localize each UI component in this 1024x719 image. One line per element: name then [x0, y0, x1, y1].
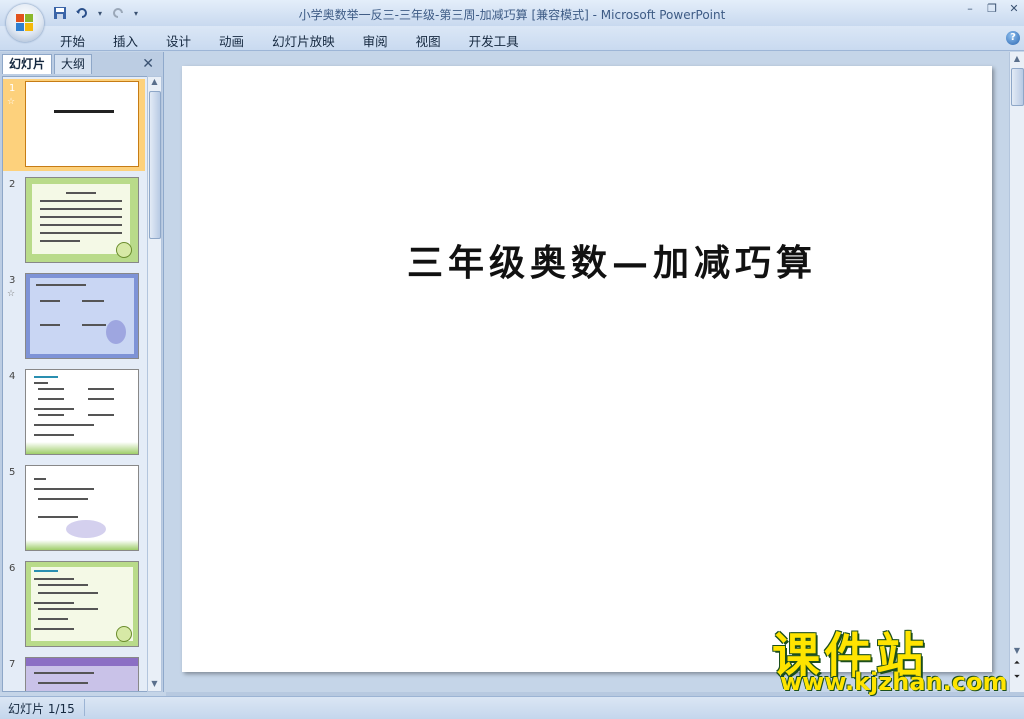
watermark-logo: 课件站 www.kjzhan.com — [772, 616, 1010, 696]
slide-thumbnail-list: 1 ☆ 2 3 ☆ 4 5 6 7 — [2, 76, 148, 692]
close-icon[interactable]: ✕ — [1008, 3, 1020, 15]
slide-editing-area: 三年级奥数—加减巧算 — [166, 52, 1008, 692]
tab-design[interactable]: 设计 — [166, 31, 191, 50]
slide-thumb-6[interactable]: 6 — [3, 559, 145, 651]
tab-insert[interactable]: 插入 — [113, 31, 138, 50]
tab-home[interactable]: 开始 — [60, 31, 85, 50]
previous-slide-icon[interactable]: ⏶ — [1011, 658, 1023, 670]
current-slide[interactable]: 三年级奥数—加减巧算 — [182, 66, 992, 672]
help-icon[interactable]: ? — [1006, 31, 1020, 45]
slide-number: 7 — [9, 659, 16, 670]
slide-number: 5 — [9, 467, 16, 478]
slide-preview — [25, 561, 139, 647]
slides-panel: 幻灯片 大纲 ✕ 1 ☆ 2 3 ☆ 4 5 6 7 ▲ ▼ — [0, 52, 164, 692]
window-title: 小学奥数举一反三-三年级-第三周-加减巧算 [兼容模式] - Microsoft… — [298, 8, 726, 22]
slide-preview — [25, 369, 139, 455]
status-divider — [84, 699, 85, 716]
scroll-up-icon[interactable]: ▲ — [149, 77, 160, 89]
panel-tabs: 幻灯片 大纲 ✕ — [2, 54, 160, 74]
slide-number: 4 — [9, 371, 16, 382]
animation-star-icon: ☆ — [7, 97, 16, 107]
slide-title[interactable]: 三年级奥数—加减巧算 — [382, 234, 842, 286]
slide-number: 6 — [9, 563, 16, 574]
tab-developer[interactable]: 开发工具 — [469, 31, 519, 50]
tab-view[interactable]: 视图 — [416, 31, 441, 50]
minimize-icon[interactable]: – — [964, 3, 976, 15]
slides-panel-scrollbar[interactable]: ▲ ▼ — [147, 76, 162, 692]
slide-preview — [25, 657, 139, 691]
office-button[interactable] — [6, 4, 44, 42]
slide-thumb-7[interactable]: 7 — [3, 655, 145, 691]
slide-thumb-5[interactable]: 5 — [3, 463, 145, 555]
slide-preview — [25, 81, 139, 167]
tab-outline[interactable]: 大纲 — [54, 54, 93, 74]
slide-thumb-4[interactable]: 4 — [3, 367, 145, 459]
status-bar: 幻灯片 1/15 — [0, 696, 1024, 719]
restore-icon[interactable]: ❐ — [986, 3, 998, 15]
scroll-up-icon[interactable]: ▲ — [1011, 54, 1023, 66]
scroll-thumb[interactable] — [1011, 68, 1024, 106]
slide-thumb-2[interactable]: 2 — [3, 175, 145, 267]
title-bar: ▾ ▾ 小学奥数举一反三-三年级-第三周-加减巧算 [兼容模式] - Micro… — [0, 0, 1024, 27]
slide-thumb-3[interactable]: 3 ☆ — [3, 271, 145, 363]
slide-number: 3 — [9, 275, 16, 286]
watermark-url: www.kjzhan.com — [780, 668, 1008, 696]
slide-number: 1 — [9, 83, 16, 94]
scroll-down-icon[interactable]: ▼ — [1011, 646, 1023, 656]
slide-preview — [25, 273, 139, 359]
tab-review[interactable]: 审阅 — [363, 31, 388, 50]
window-controls: – ❐ ✕ — [964, 3, 1020, 15]
office-logo-icon — [16, 14, 34, 32]
tab-animations[interactable]: 动画 — [219, 31, 244, 50]
slide-preview — [25, 465, 139, 551]
slide-scrollbar[interactable]: ▲ ▼ ⏶ ⏷ — [1009, 52, 1024, 692]
animation-star-icon: ☆ — [7, 289, 16, 299]
ribbon-tab-bar: 开始 插入 设计 动画 幻灯片放映 审阅 视图 开发工具 ? — [0, 26, 1024, 51]
slide-preview — [25, 177, 139, 263]
scroll-down-icon[interactable]: ▼ — [149, 679, 160, 691]
slide-count: 幻灯片 1/15 — [8, 702, 75, 716]
tab-slideshow[interactable]: 幻灯片放映 — [272, 31, 335, 50]
scroll-thumb[interactable] — [149, 91, 161, 239]
next-slide-icon[interactable]: ⏷ — [1011, 672, 1023, 684]
slide-number: 2 — [9, 179, 16, 190]
close-pane-icon[interactable]: ✕ — [142, 56, 154, 72]
slide-thumb-1[interactable]: 1 ☆ — [3, 79, 145, 171]
ribbon-tabs: 开始 插入 设计 动画 幻灯片放映 审阅 视图 开发工具 — [60, 31, 519, 50]
tab-slides[interactable]: 幻灯片 — [2, 54, 53, 74]
